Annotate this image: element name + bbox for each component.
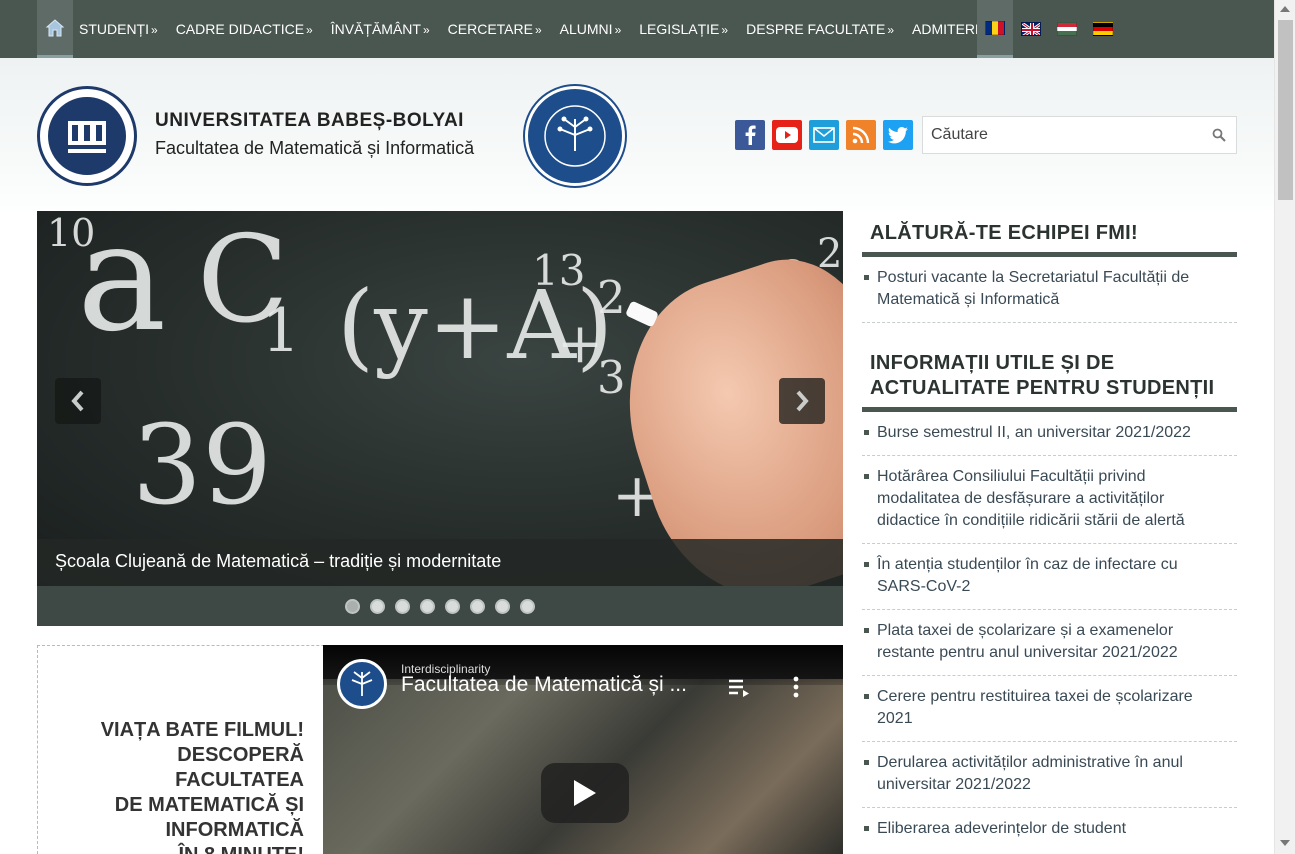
slider-dot-5[interactable] (445, 598, 460, 614)
faculty-name[interactable]: Facultatea de Matematică și Informatică (155, 138, 474, 159)
slider-dot-6[interactable] (470, 598, 485, 614)
promo-line: DE MATEMATICĂ ȘI (114, 794, 304, 816)
menu-item-legislatie[interactable]: LEGISLAȚIE» (639, 21, 728, 37)
university-name[interactable]: UNIVERSITATEA BABEȘ-BOLYAI (155, 110, 464, 132)
fmi-logo[interactable] (525, 86, 625, 186)
menu-item-studenti[interactable]: STUDENȚI» (79, 21, 158, 37)
promo-line: INFORMATICĂ (165, 819, 305, 841)
page-scrollbar[interactable] (1274, 0, 1295, 854)
slider-prev-button[interactable] (55, 378, 101, 424)
home-icon (45, 18, 65, 36)
slider-dot-2[interactable] (370, 598, 385, 614)
join-team-list: Posturi vacante la Secretariatul Facultă… (862, 257, 1237, 323)
chalk-piece (625, 300, 659, 328)
scroll-down-arrow[interactable] (1280, 840, 1290, 846)
list-item[interactable]: Posturi vacante la Secretariatul Facultă… (862, 257, 1237, 323)
social-links (735, 120, 920, 150)
chalk-2: 2 (597, 271, 626, 324)
image-slider: a C 1 39 (y+A) 13 + 2 3 +x 10 f 2 Școala… (37, 211, 843, 626)
chalk-1: 1 (262, 296, 301, 366)
language-selector (977, 0, 1121, 58)
menu-item-invatamant[interactable]: ÎNVĂȚĂMÂNT» (331, 21, 430, 37)
search-box (922, 116, 1237, 154)
chevron-right-icon (796, 390, 809, 412)
language-ro[interactable] (977, 0, 1013, 58)
ubb-logo[interactable] (37, 86, 137, 186)
list-item[interactable]: Cerere pentru restituirea taxei de școla… (862, 676, 1237, 742)
scrollbar-thumb[interactable] (1278, 20, 1293, 200)
promo-line: DESCOPERĂ (177, 744, 304, 766)
menu-item-cercetare[interactable]: CERCETARE» (448, 21, 542, 37)
video-promo-text: VIAȚA BATE FILMUL! DESCOPERĂ FACULTATEA … (88, 718, 304, 854)
youtube-video-embed[interactable]: Interdisciplinarity Facultatea de Matema… (323, 645, 843, 854)
student-info-list: Burse semestrul II, an universitar 2021/… (862, 412, 1237, 851)
menu-item-cadre-didactice[interactable]: CADRE DIDACTICE» (176, 21, 313, 37)
scroll-up-arrow[interactable] (1280, 6, 1290, 12)
english-flag[interactable] (1021, 22, 1041, 36)
list-item[interactable]: Burse semestrul II, an universitar 2021/… (862, 412, 1237, 456)
slide-caption[interactable]: Școala Clujeană de Matematică – tradiție… (37, 539, 843, 586)
play-icon (574, 780, 596, 806)
home-button[interactable] (37, 0, 73, 58)
section-title-student-info: INFORMAȚII UTILE ȘI DE ACTUALITATE PENTR… (862, 341, 1237, 412)
slider-dot-3[interactable] (395, 598, 410, 614)
promo-line: ÎN 8 MINUTE! (88, 843, 304, 854)
chalkboard-image[interactable]: a C 1 39 (y+A) 13 + 2 3 +x 10 f 2 Școala… (37, 211, 843, 586)
german-flag[interactable] (1093, 22, 1113, 36)
slider-dot-8[interactable] (520, 598, 535, 614)
more-options-icon[interactable] (793, 675, 799, 699)
list-item[interactable]: În atenția studenților în caz de infecta… (862, 544, 1237, 610)
section-title-join-team: ALĂTURĂ-TE ECHIPEI FMI! (862, 211, 1237, 257)
promo-line: VIAȚA BATE FILMUL! (100, 719, 304, 741)
menu-item-despre-facultate[interactable]: DESPRE FACULTATE» (746, 21, 894, 37)
ubb-seal-inner (48, 97, 126, 175)
playlist-icon[interactable] (729, 678, 751, 698)
slider-dot-1[interactable] (345, 598, 360, 614)
menu-item-alumni[interactable]: ALUMNI» (560, 21, 622, 37)
hungarian-flag[interactable] (1057, 22, 1077, 36)
video-title[interactable]: Facultatea de Matematică și ... (401, 673, 687, 697)
rss-icon[interactable] (846, 120, 876, 150)
search-icon[interactable] (1212, 128, 1226, 142)
list-item[interactable]: Plata taxei de școlarizare și a examenel… (862, 610, 1237, 676)
slider-dot-7[interactable] (495, 598, 510, 614)
promo-line: FACULTATEA (175, 769, 304, 791)
chalk-39: 39 (132, 401, 272, 529)
video-play-button[interactable] (541, 763, 629, 823)
list-item[interactable]: Hotărârea Consiliului Facultății privind… (862, 456, 1237, 544)
channel-avatar[interactable] (337, 659, 387, 709)
chalk-3: 3 (597, 351, 626, 404)
list-item[interactable]: Derularea activităților administrative î… (862, 742, 1237, 808)
site-header: UNIVERSITATEA BABEȘ-BOLYAI Facultatea de… (0, 58, 1274, 210)
chalk-13: 13 (532, 246, 586, 295)
sidebar: ALĂTURĂ-TE ECHIPEI FMI! Posturi vacante … (862, 211, 1237, 851)
chalk-10: 10 (47, 211, 96, 255)
search-input[interactable] (923, 117, 1203, 153)
twitter-icon[interactable] (883, 120, 913, 150)
email-icon[interactable] (809, 120, 839, 150)
main-menu: STUDENȚI» CADRE DIDACTICE» ÎNVĂȚĂMÂNT» C… (79, 0, 1011, 58)
top-navbar: STUDENȚI» CADRE DIDACTICE» ÎNVĂȚĂMÂNT» C… (0, 0, 1274, 58)
youtube-icon[interactable] (772, 120, 802, 150)
slider-next-button[interactable] (779, 378, 825, 424)
slider-pagination (37, 586, 843, 626)
facebook-icon[interactable] (735, 120, 765, 150)
list-item[interactable]: Eliberarea adeverințelor de student (862, 808, 1237, 851)
chevron-left-icon (71, 390, 84, 412)
slider-dot-4[interactable] (420, 598, 435, 614)
romanian-flag (985, 20, 1005, 35)
